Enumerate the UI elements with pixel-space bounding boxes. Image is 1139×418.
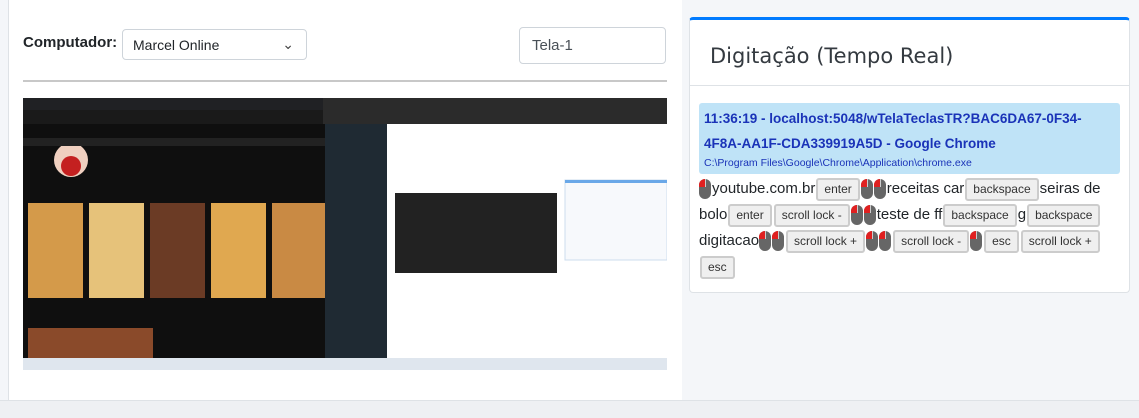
typed-text: receitas car — [886, 180, 965, 197]
keystroke-stream: youtube.com.br enter receitas car backspace… — [699, 176, 1120, 280]
computer-select[interactable]: Marcel Online ⌄ — [122, 29, 307, 60]
typing-realtime-card: Digitação (Tempo Real) 11:36:19 - localh… — [689, 17, 1130, 293]
key-badge: esc — [700, 255, 735, 279]
remote-screenshot[interactable] — [23, 98, 667, 370]
key-badge: backspace — [943, 203, 1017, 227]
footer-strip — [0, 400, 1139, 418]
key-badge: scroll lock + — [1020, 229, 1100, 253]
chevron-down-icon: ⌄ — [282, 36, 294, 52]
mouse-click-icon — [879, 231, 892, 252]
key-badge: enter — [728, 203, 772, 227]
window-title: 11:36:19 - localhost:5048/wTelaTeclasTR?… — [704, 111, 1082, 151]
mouse-click-icon — [866, 231, 879, 252]
typed-text: digitacao — [699, 232, 760, 249]
mouse-click-icon — [970, 231, 983, 252]
key-badge: backspace — [1027, 203, 1101, 227]
screen-field[interactable]: Tela-1 — [519, 27, 666, 64]
mouse-click-icon — [860, 179, 873, 200]
screenshot-image — [23, 98, 667, 370]
mouse-click-icon — [873, 179, 886, 200]
typed-text: youtube.com.br — [712, 180, 816, 197]
computer-label: Computador: — [23, 34, 118, 51]
key-badge: backspace — [965, 177, 1039, 201]
key-badge: scroll lock - — [893, 229, 970, 253]
mouse-click-icon — [863, 205, 876, 226]
mouse-click-icon — [759, 231, 772, 252]
mouse-click-icon — [850, 205, 863, 226]
key-badge: esc — [984, 229, 1019, 253]
key-badge: scroll lock - — [773, 203, 850, 227]
typed-text: g — [1017, 206, 1027, 223]
divider — [23, 80, 667, 82]
key-badge: scroll lock + — [786, 229, 866, 253]
key-badge: enter — [816, 177, 860, 201]
active-window-info: 11:36:19 - localhost:5048/wTelaTeclasTR?… — [699, 103, 1120, 174]
typed-text: teste de ff — [876, 206, 943, 223]
computer-select-value: Marcel Online — [133, 37, 220, 53]
window-path: C:\Program Files\Google\Chrome\Applicati… — [704, 157, 972, 169]
mouse-click-icon — [772, 231, 785, 252]
card-title: Digitação (Tempo Real) — [710, 44, 954, 68]
mouse-click-icon — [699, 179, 711, 200]
card-divider — [690, 85, 1129, 86]
